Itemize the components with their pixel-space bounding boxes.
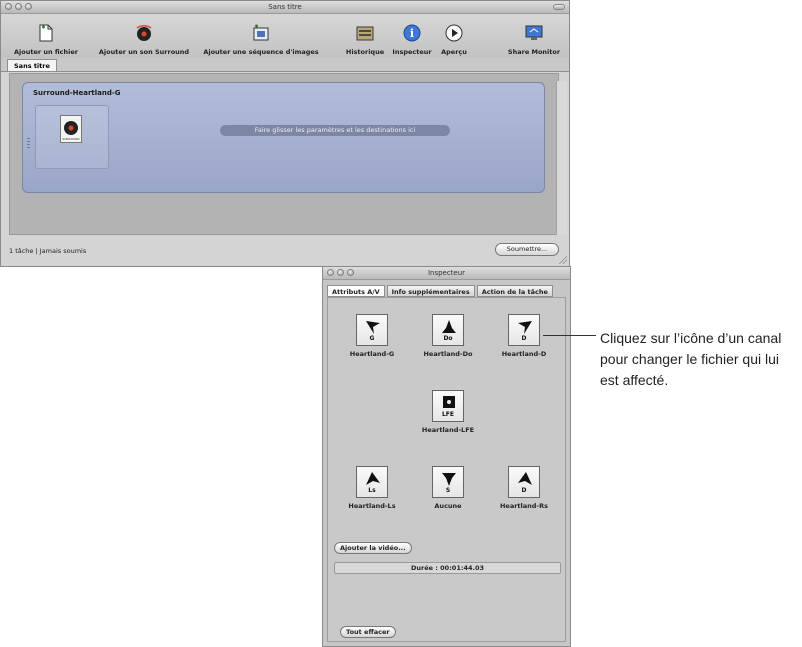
- add-file-label: Ajouter un fichier: [14, 48, 78, 56]
- tab-sans-titre[interactable]: Sans titre: [7, 59, 57, 71]
- document-tab-bar: Sans titre: [1, 58, 569, 72]
- window-titlebar[interactable]: Sans titre: [1, 1, 569, 14]
- speaker-center-icon: [442, 320, 456, 333]
- clear-all-button[interactable]: Tout effacer: [340, 626, 396, 638]
- speaker-right-icon: [518, 321, 532, 334]
- drop-target-hint[interactable]: Faire glisser les paramètres et les dest…: [220, 125, 450, 136]
- channel-code: LFE: [441, 411, 455, 418]
- preview-label: Aperçu: [441, 48, 467, 56]
- add-surround-icon: [134, 23, 154, 43]
- channel-lfe[interactable]: LFE Heartland-LFE: [408, 390, 488, 434]
- source-file-tile[interactable]: SURROUND: [35, 105, 109, 169]
- share-monitor-button[interactable]: Share Monitor: [506, 16, 562, 56]
- submit-button[interactable]: Soumettre...: [495, 243, 559, 256]
- av-attributes-panel: G Heartland-G Do Heartland-Do D Heartlan…: [327, 297, 566, 642]
- toolbar-toggle-button[interactable]: [553, 4, 565, 10]
- speaker-surround-icon: [442, 473, 456, 486]
- channel-code: S: [445, 487, 451, 494]
- inspector-zoom-button[interactable]: [347, 269, 354, 276]
- speaker-right-surround-icon: [518, 472, 532, 485]
- zoom-button[interactable]: [25, 3, 32, 10]
- duration-field: Durée : 00:01:44.03: [334, 562, 561, 574]
- add-file-icon: [36, 23, 56, 43]
- window-controls: [5, 3, 32, 10]
- channel-file: Heartland-D: [501, 350, 547, 358]
- inspector-button[interactable]: i Inspecteur: [390, 16, 434, 56]
- inspector-label: Inspecteur: [392, 48, 432, 56]
- close-button[interactable]: [5, 3, 12, 10]
- batch-area: Surround-Heartland-G SURROUND Faire glis…: [9, 73, 559, 235]
- channel-code: D: [521, 487, 527, 494]
- inspector-tabs: Attributs A/V Info supplémentaires Actio…: [327, 285, 555, 297]
- channel-right-button[interactable]: D: [508, 314, 540, 346]
- channel-rs-button[interactable]: D: [508, 466, 540, 498]
- channel-file: Heartland-Rs: [499, 502, 548, 510]
- job-title: Surround-Heartland-G: [33, 89, 121, 97]
- minimize-button[interactable]: [15, 3, 22, 10]
- job-status: 1 tâche | Jamais soumis: [9, 247, 87, 255]
- add-image-sequence-icon: [251, 23, 271, 43]
- channel-file: Heartland-Ls: [348, 502, 396, 510]
- add-image-sequence-label: Ajouter une séquence d'images: [203, 48, 319, 56]
- tab-job-action[interactable]: Action de la tâche: [476, 285, 553, 297]
- inspector-close-button[interactable]: [327, 269, 334, 276]
- channel-surround[interactable]: S Aucune: [408, 466, 488, 510]
- channel-file: Heartland-LFE: [421, 426, 475, 434]
- channel-lfe-button[interactable]: LFE: [432, 390, 464, 422]
- channel-left[interactable]: G Heartland-G: [332, 314, 412, 358]
- add-file-button[interactable]: Ajouter un fichier: [6, 16, 86, 56]
- channel-left-button[interactable]: G: [356, 314, 388, 346]
- channel-code: D: [521, 335, 527, 342]
- svg-text:i: i: [410, 27, 414, 40]
- history-icon: [355, 23, 375, 43]
- channel-center[interactable]: Do Heartland-Do: [408, 314, 488, 358]
- add-image-sequence-button[interactable]: Ajouter une séquence d'images: [200, 16, 322, 56]
- inspector-window: Inspecteur Attributs A/V Info supplément…: [322, 266, 571, 647]
- info-icon: i: [402, 23, 422, 43]
- drag-handle[interactable]: [27, 138, 30, 148]
- channel-ls-button[interactable]: Ls: [356, 466, 388, 498]
- channel-left-surround[interactable]: Ls Heartland-Ls: [332, 466, 412, 510]
- surround-file-icon: SURROUND: [60, 115, 82, 143]
- batch-window: Sans titre Ajouter un fichier Ajouter un…: [0, 0, 570, 267]
- channel-code: G: [369, 335, 375, 342]
- add-surround-button[interactable]: Ajouter un son Surround: [93, 16, 195, 56]
- toolbar: Ajouter un fichier Ajouter un son Surrou…: [1, 14, 569, 58]
- speaker-left-icon: [366, 321, 380, 334]
- channel-file: Aucune: [434, 502, 462, 510]
- inspector-title: Inspecteur: [427, 269, 466, 277]
- tab-av-attributes[interactable]: Attributs A/V: [327, 285, 385, 297]
- channel-s-button[interactable]: S: [432, 466, 464, 498]
- channel-center-button[interactable]: Do: [432, 314, 464, 346]
- subwoofer-icon: [443, 396, 455, 408]
- play-icon: [444, 23, 464, 43]
- window-title: Sans titre: [268, 3, 302, 11]
- channel-right-surround[interactable]: D Heartland-Rs: [484, 466, 564, 510]
- share-monitor-label: Share Monitor: [507, 48, 561, 56]
- channel-file: Heartland-Do: [423, 350, 473, 358]
- preview-button[interactable]: Aperçu: [437, 16, 471, 56]
- channel-file: Heartland-G: [349, 350, 395, 358]
- speaker-left-surround-icon: [366, 472, 380, 485]
- channel-code: Do: [443, 335, 453, 342]
- vertical-scrollbar[interactable]: [556, 81, 567, 235]
- inspector-minimize-button[interactable]: [337, 269, 344, 276]
- monitor-icon: [524, 23, 544, 43]
- tab-additional-info[interactable]: Info supplémentaires: [386, 285, 475, 297]
- channel-code: Ls: [368, 487, 376, 494]
- channel-right[interactable]: D Heartland-D: [484, 314, 564, 358]
- inspector-window-controls: [327, 269, 354, 276]
- history-button[interactable]: Historique: [343, 16, 387, 56]
- resize-handle[interactable]: [559, 256, 567, 264]
- inspector-titlebar[interactable]: Inspecteur: [323, 267, 570, 280]
- history-label: Historique: [345, 48, 385, 56]
- callout-leader-line: [543, 335, 596, 336]
- file-icon-label: SURROUND: [62, 137, 80, 141]
- status-bar: 1 tâche | Jamais soumis Soumettre...: [1, 235, 569, 266]
- callout-text: Cliquez sur l’icône d’un canal pour chan…: [600, 330, 782, 388]
- add-video-button[interactable]: Ajouter la vidéo...: [334, 542, 412, 554]
- surround-job[interactable]: Surround-Heartland-G SURROUND Faire glis…: [22, 82, 545, 193]
- add-surround-label: Ajouter un son Surround: [98, 48, 190, 56]
